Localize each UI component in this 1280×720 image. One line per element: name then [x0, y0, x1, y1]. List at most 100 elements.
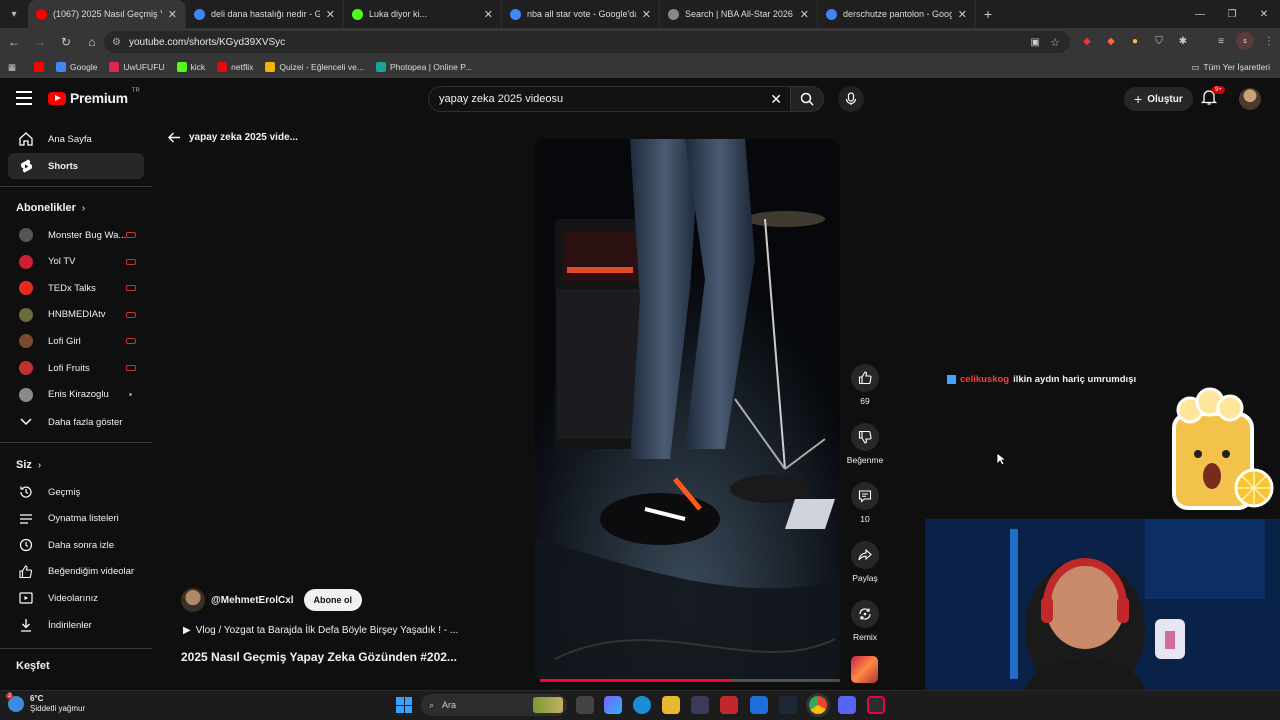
site-info-icon[interactable]: ⚙: [112, 37, 121, 48]
notifications-button[interactable]: 9+: [1200, 86, 1225, 110]
linked-video[interactable]: ▶ Vlog / Yozgat ta Barajda İlk Defa Böyl…: [183, 625, 458, 636]
windows-start-button[interactable]: [396, 697, 412, 713]
forward-button[interactable]: →: [28, 30, 52, 54]
clear-search-icon[interactable]: ✕: [770, 91, 782, 108]
reload-button[interactable]: ↻: [54, 30, 78, 54]
sound-thumbnail[interactable]: [851, 656, 878, 683]
weather-widget[interactable]: 2 6°C Şiddetli yağmur: [6, 693, 85, 714]
back-button[interactable]: ←: [2, 30, 26, 54]
extension-shield-icon[interactable]: ⛉: [1150, 32, 1168, 50]
bookmark-item[interactable]: Photopea | Online P...: [375, 62, 472, 72]
file-explorer-icon[interactable]: [662, 696, 680, 714]
bookmark-item[interactable]: kick: [176, 62, 205, 72]
bookmark-item[interactable]: Google: [56, 62, 97, 72]
channel-name[interactable]: @MehmetErolCxl: [211, 595, 294, 606]
sidebar-subscription[interactable]: Lofi Fruits: [8, 355, 144, 381]
close-tab-icon[interactable]: ✕: [642, 8, 651, 21]
browser-tab[interactable]: deli dana hastalığı nedir - Goog ✕: [186, 0, 344, 28]
you-heading[interactable]: Siz ›: [16, 459, 41, 471]
extension-orange-icon[interactable]: ◆: [1102, 32, 1120, 50]
show-more-button[interactable]: Daha fazla göster: [8, 409, 144, 435]
extension-puzzle-icon[interactable]: ✱: [1174, 32, 1192, 50]
steam-icon[interactable]: [779, 696, 797, 714]
channel-avatar: [19, 254, 33, 269]
new-tab-button[interactable]: +: [976, 6, 1000, 22]
menu-icon[interactable]: ⋮: [1260, 32, 1278, 50]
voice-search-button[interactable]: [838, 86, 864, 112]
create-button[interactable]: + Oluştur: [1124, 87, 1193, 111]
close-tab-icon[interactable]: ✕: [168, 8, 177, 21]
sidebar-item-history[interactable]: Geçmiş: [8, 479, 144, 505]
sidebar-subscription[interactable]: TEDx Talks: [8, 275, 144, 301]
bookmark-item[interactable]: Quizei - Eğlenceli ve...: [265, 62, 364, 72]
sidebar-item-playlist[interactable]: Oynatma listeleri: [8, 506, 144, 532]
tab-search-button[interactable]: ▾: [0, 0, 28, 28]
task-view-icon[interactable]: [576, 696, 594, 714]
close-tab-icon[interactable]: ✕: [958, 8, 967, 21]
browser-tab[interactable]: Luka diyor ki... ✕: [344, 0, 502, 28]
discord-icon[interactable]: [838, 696, 856, 714]
profile-icon[interactable]: s: [1236, 32, 1254, 50]
extension-multicolor-icon[interactable]: ●: [1126, 32, 1144, 50]
search-input[interactable]: yapay zeka 2025 videosu ✕: [428, 86, 790, 112]
sidebar-item-download[interactable]: İndirilenler: [8, 612, 144, 638]
close-tab-icon[interactable]: ✕: [326, 8, 335, 21]
taskbar-search[interactable]: ⌕ Ara: [421, 694, 567, 716]
subscriptions-heading[interactable]: Abonelikler ›: [16, 202, 85, 214]
browser-tab[interactable]: Search | NBA All-Star 2026 ✕: [660, 0, 818, 28]
chrome-icon[interactable]: [809, 696, 827, 714]
close-window-button[interactable]: ✕: [1248, 0, 1280, 28]
windows-taskbar: 2 6°C Şiddetli yağmur ⌕ Ara: [0, 690, 1280, 720]
comments-button[interactable]: 10: [845, 482, 885, 524]
youtube-logo[interactable]: Premium TR: [48, 88, 140, 106]
bookmark-item[interactable]: UwUFUFU: [109, 62, 165, 72]
home-button[interactable]: ⌂: [80, 30, 104, 54]
bookmark-star-icon[interactable]: ☆: [1050, 36, 1060, 49]
minimize-button[interactable]: —: [1184, 0, 1216, 28]
extension-red-icon[interactable]: ◆: [1078, 32, 1096, 50]
browser-toolbar: ← → ↻ ⌂ ⚙ youtube.com/shorts/KGyd39XVSyc…: [0, 28, 1280, 56]
like-button[interactable]: 69: [845, 364, 885, 406]
install-icon[interactable]: ▣: [1031, 37, 1040, 48]
sidebar-subscription[interactable]: Yol TV: [8, 249, 144, 275]
remix-button[interactable]: Remix: [845, 600, 885, 642]
sidebar-subscription[interactable]: HNBMEDIAtv: [8, 302, 144, 328]
youtube-bookmark-icon[interactable]: [34, 62, 45, 72]
guide-menu-icon[interactable]: [16, 91, 32, 105]
sidebar-item-video[interactable]: Videolarınız: [8, 585, 144, 611]
search-button[interactable]: [790, 86, 824, 112]
share-icon: [858, 548, 872, 561]
app-red-icon[interactable]: [720, 696, 738, 714]
share-button[interactable]: Paylaş: [845, 541, 885, 583]
browser-tab[interactable]: nba all star vote - Google'da Ar ✕: [502, 0, 660, 28]
back-to-results[interactable]: yapay zeka 2025 vide...: [168, 132, 298, 143]
edge-icon[interactable]: [633, 696, 651, 714]
shorts-video-player[interactable]: [535, 139, 840, 682]
dislike-button[interactable]: Beğenme: [845, 423, 885, 465]
sidebar-subscription[interactable]: Monster Bug Wa...: [8, 222, 144, 248]
sidebar-item-shorts[interactable]: Shorts: [8, 153, 144, 179]
copilot-icon[interactable]: [604, 696, 622, 714]
sidebar-item-like[interactable]: Beğendiğim videolar: [8, 559, 144, 585]
sidebar-subscription[interactable]: Enis Kirazoglu: [8, 382, 144, 408]
restore-button[interactable]: ❐: [1216, 0, 1248, 28]
close-tab-icon[interactable]: ✕: [484, 8, 493, 21]
sidebar-item-clock[interactable]: Daha sonra izle: [8, 532, 144, 558]
close-tab-icon[interactable]: ✕: [800, 8, 809, 21]
all-bookmarks[interactable]: ▭ Tüm Yer İşaretleri: [1191, 62, 1270, 73]
address-bar[interactable]: ⚙ youtube.com/shorts/KGyd39XVSyc ▣ ☆: [104, 31, 1070, 53]
browser-tab[interactable]: derschutze pantolon - Google' ✕: [818, 0, 976, 28]
mail-icon[interactable]: [750, 696, 768, 714]
app-settings-icon[interactable]: [867, 696, 885, 714]
sidebar-item-home[interactable]: Ana Sayfa: [8, 126, 144, 152]
media-controls-icon[interactable]: ≡: [1212, 32, 1230, 50]
video-progress-bar[interactable]: [540, 679, 840, 682]
bookmark-item[interactable]: netflix: [217, 62, 253, 72]
apps-icon[interactable]: ▦: [8, 62, 16, 73]
sidebar-subscription[interactable]: Lofi Girl: [8, 328, 144, 354]
browser-tab[interactable]: (1067) 2025 Nasıl Geçmiş Ya ✕: [28, 0, 186, 28]
account-avatar[interactable]: [1239, 88, 1261, 110]
store-icon[interactable]: [691, 696, 709, 714]
channel-avatar[interactable]: [181, 588, 205, 612]
subscribe-button[interactable]: Abone ol: [303, 589, 363, 611]
